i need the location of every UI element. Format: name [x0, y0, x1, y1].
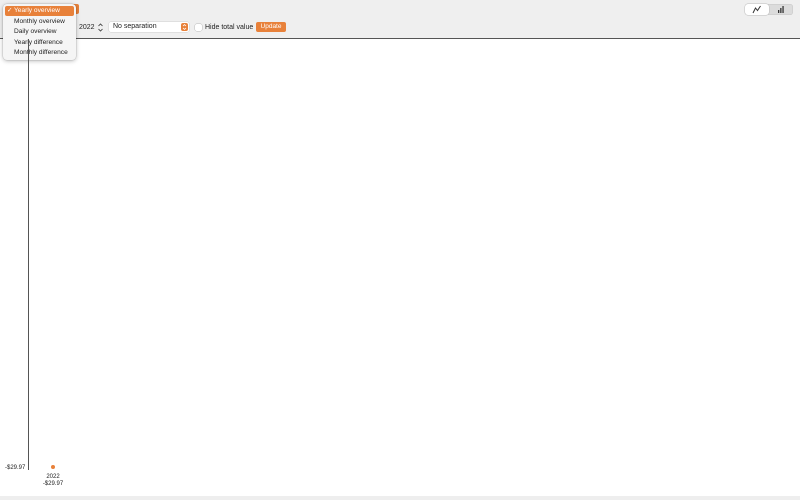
update-button[interactable]: Update	[256, 22, 286, 32]
menu-item-daily-overview[interactable]: Daily overview	[5, 27, 74, 37]
x-tick-year: 2022	[46, 474, 60, 480]
chart-type-toggle[interactable]	[745, 4, 793, 15]
bar-chart-icon	[778, 6, 784, 13]
point-value-label: -$29.97	[42, 481, 64, 487]
separation-select[interactable]: No separation	[109, 22, 189, 32]
hide-total-checkbox[interactable]	[195, 24, 202, 31]
line-chart-icon	[752, 5, 761, 14]
y-tick-label: -$29.97	[5, 465, 26, 471]
overview-menu: ✓ Yearly overview Monthly overview Daily…	[3, 4, 76, 60]
checkmark-icon: ✓	[7, 7, 13, 14]
menu-item-label: Daily overview	[14, 28, 57, 35]
select-arrow-icon	[181, 23, 188, 31]
menu-item-monthly-overview[interactable]: Monthly overview	[5, 17, 74, 27]
menu-item-label: Monthly difference	[14, 49, 68, 56]
menu-item-yearly-difference[interactable]: Yearly difference	[5, 38, 74, 48]
line-chart-button[interactable]	[745, 4, 769, 15]
x-tick-label: 2022 -$29.97	[33, 474, 73, 488]
hide-total-label: Hide total value	[205, 24, 254, 31]
data-point-2022[interactable]	[51, 465, 55, 469]
menu-item-yearly-overview[interactable]: ✓ Yearly overview	[5, 6, 74, 16]
bar-chart-button[interactable]	[769, 4, 793, 15]
bottom-scroll-strip	[0, 496, 800, 500]
menu-item-monthly-difference[interactable]: Monthly difference	[5, 48, 74, 58]
menu-item-label: Yearly overview	[14, 7, 60, 14]
separation-value: No separation	[113, 23, 157, 30]
menu-item-label: Yearly difference	[14, 38, 63, 46]
y-axis-line	[28, 39, 29, 470]
year-stepper[interactable]	[97, 22, 104, 33]
year-field[interactable]: 2022	[79, 23, 95, 33]
stepper-icon	[98, 23, 103, 32]
menu-item-label: Monthly overview	[14, 17, 65, 25]
toolbar: 2022 No separation Hide total value Upda…	[0, 0, 800, 39]
